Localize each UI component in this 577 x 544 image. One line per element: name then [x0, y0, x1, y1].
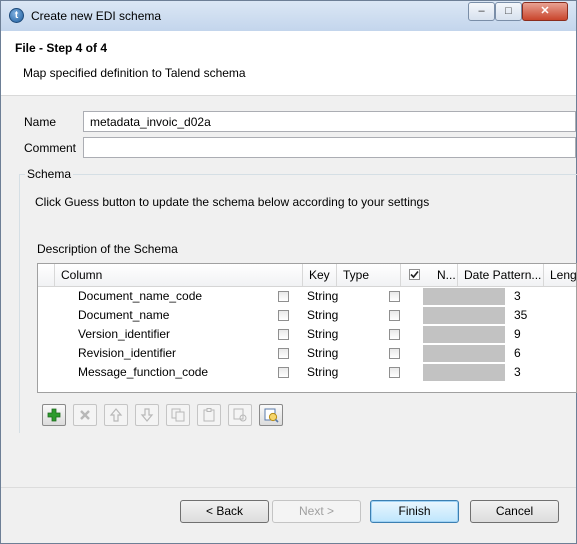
finish-button[interactable]: Finish [370, 500, 459, 523]
cell-date-pattern [423, 364, 505, 381]
paste-button[interactable] [197, 404, 221, 426]
guess-icon [264, 408, 279, 423]
table-row[interactable]: Version_identifier String 9 [38, 325, 576, 344]
row-header-corner [38, 264, 55, 286]
nullable-checkbox[interactable] [389, 348, 400, 359]
cell-length[interactable]: 3 [514, 287, 521, 306]
name-label: Name [24, 115, 57, 129]
next-button[interactable]: Next > [272, 500, 361, 523]
nullable-header-checkbox[interactable] [409, 269, 420, 280]
copy-button[interactable] [166, 404, 190, 426]
nullable-checkbox[interactable] [389, 329, 400, 340]
copy-icon [171, 408, 185, 422]
cell-column[interactable]: Document_name [78, 306, 169, 325]
header-nullable: N... [437, 268, 456, 282]
cell-column[interactable]: Document_name_code [78, 287, 202, 306]
header-date-pattern[interactable]: Date Pattern... [458, 264, 544, 286]
add-icon [47, 408, 61, 422]
header-type[interactable]: Type [337, 264, 401, 286]
step-title: File - Step 4 of 4 [15, 41, 108, 55]
header-length[interactable]: Length [544, 264, 576, 286]
name-field[interactable]: metadata_invoic_d02a [83, 111, 576, 132]
import-icon [233, 408, 247, 422]
table-header: Column Key Type N... Date Pattern... Len… [38, 264, 576, 287]
table-row[interactable]: Document_name_code String 3 [38, 287, 576, 306]
cell-length[interactable]: 6 [514, 344, 521, 363]
remove-icon [80, 410, 90, 420]
key-checkbox[interactable] [278, 329, 289, 340]
comment-label: Comment [24, 141, 77, 155]
header-key[interactable]: Key [303, 264, 337, 286]
minimize-button[interactable]: – [468, 2, 495, 21]
cell-length[interactable]: 9 [514, 325, 521, 344]
key-checkbox[interactable] [278, 310, 289, 321]
add-row-button[interactable] [42, 404, 66, 426]
button-bar-separator [1, 487, 576, 488]
cell-type[interactable]: String [307, 325, 338, 344]
paste-icon [203, 408, 215, 422]
key-checkbox[interactable] [278, 291, 289, 302]
cell-date-pattern [423, 326, 505, 343]
talend-app-icon: t [9, 8, 24, 23]
nullable-checkbox[interactable] [389, 291, 400, 302]
comment-field[interactable] [83, 137, 576, 158]
table-row[interactable]: Revision_identifier String 6 [38, 344, 576, 363]
cell-column[interactable]: Revision_identifier [78, 344, 176, 363]
move-down-button[interactable] [135, 404, 159, 426]
table-row[interactable]: Message_function_code String 3 [38, 363, 576, 382]
cell-length[interactable]: 3 [514, 363, 521, 382]
move-down-icon [140, 408, 154, 422]
move-up-icon [109, 408, 123, 422]
guess-button[interactable] [259, 404, 283, 426]
wizard-header: File - Step 4 of 4 Map specified definit… [1, 31, 576, 96]
maximize-button[interactable]: □ [495, 2, 522, 21]
cell-date-pattern [423, 288, 505, 305]
key-checkbox[interactable] [278, 348, 289, 359]
cell-type[interactable]: String [307, 287, 338, 306]
close-button[interactable]: ✕ [522, 2, 568, 21]
cell-date-pattern [423, 307, 505, 324]
cell-length[interactable]: 35 [514, 306, 527, 325]
dialog-window: t Create new EDI schema – □ ✕ File - Ste… [0, 0, 577, 544]
cell-date-pattern [423, 345, 505, 362]
move-up-button[interactable] [104, 404, 128, 426]
key-checkbox[interactable] [278, 367, 289, 378]
cell-type[interactable]: String [307, 363, 338, 382]
schema-table: Column Key Type N... Date Pattern... Len… [37, 263, 577, 393]
cell-type[interactable]: String [307, 344, 338, 363]
nullable-checkbox[interactable] [389, 367, 400, 378]
table-row[interactable]: Document_name String 35 [38, 306, 576, 325]
step-description: Map specified definition to Talend schem… [23, 66, 246, 80]
header-column[interactable]: Column [55, 264, 303, 286]
schema-table-caption: Description of the Schema [37, 242, 178, 256]
schema-group-label: Schema [25, 167, 74, 181]
nullable-checkbox[interactable] [389, 310, 400, 321]
cancel-button[interactable]: Cancel [470, 500, 559, 523]
guess-hint-text: Click Guess button to update the schema … [35, 195, 430, 209]
cell-column[interactable]: Message_function_code [78, 363, 208, 382]
title-bar: t Create new EDI schema – □ ✕ [1, 1, 576, 32]
back-button[interactable]: < Back [180, 500, 269, 523]
cell-column[interactable]: Version_identifier [78, 325, 170, 344]
import-button[interactable] [228, 404, 252, 426]
remove-row-button[interactable] [73, 404, 97, 426]
window-title: Create new EDI schema [31, 9, 162, 23]
cell-type[interactable]: String [307, 306, 338, 325]
header-nullable-cell[interactable]: N... [401, 264, 458, 286]
